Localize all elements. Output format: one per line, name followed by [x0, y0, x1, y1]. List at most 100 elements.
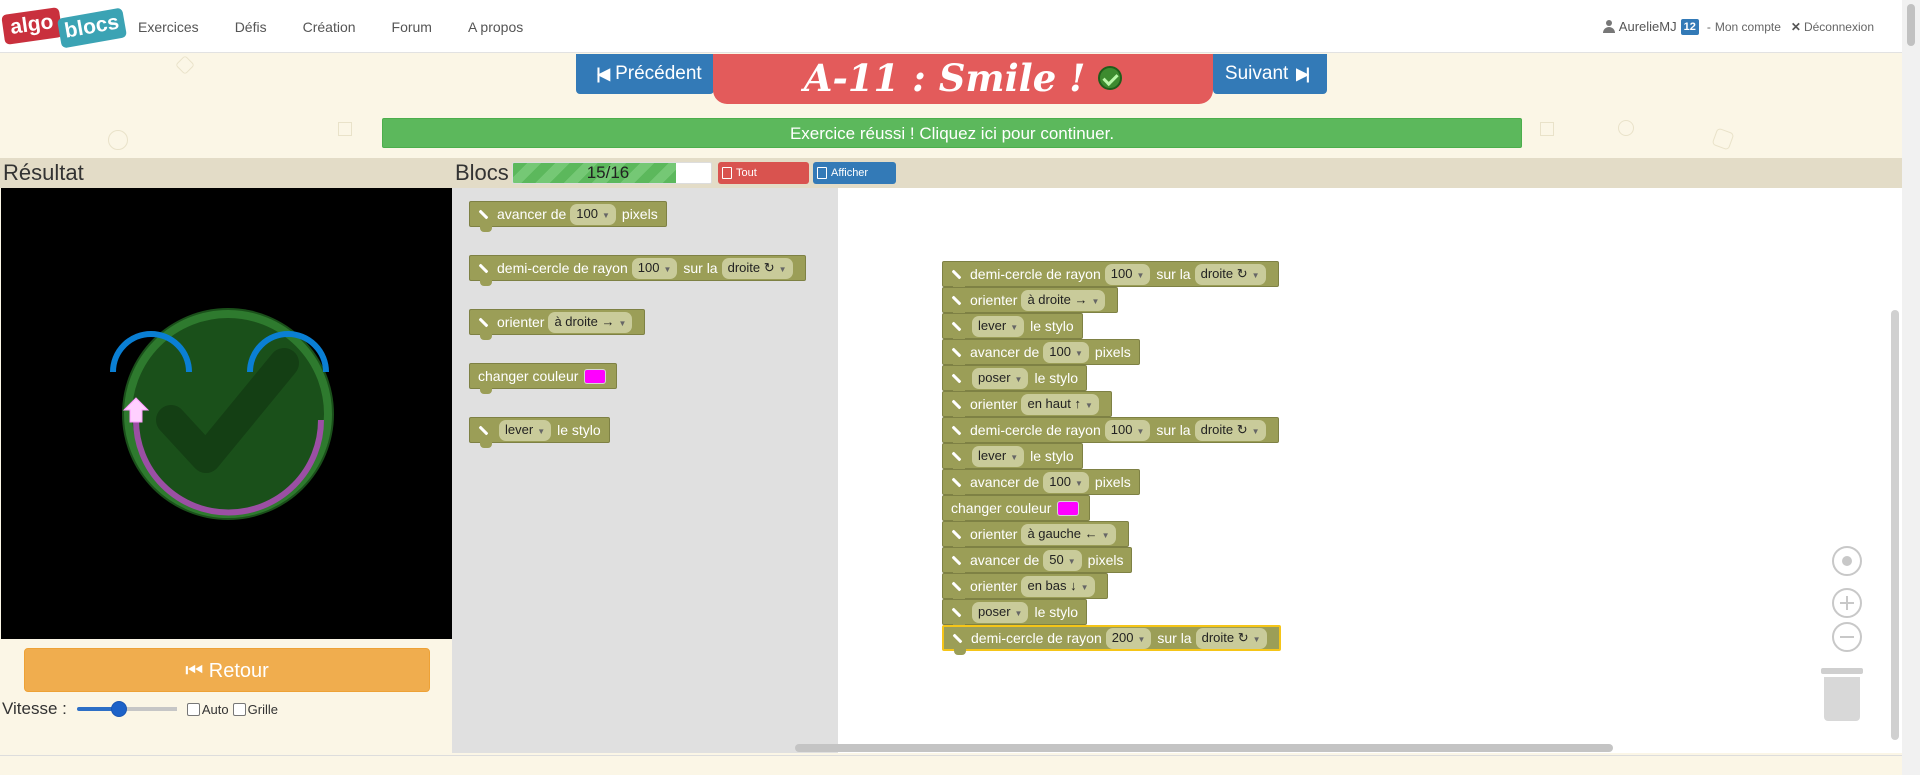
page-bottom [0, 755, 1902, 775]
auto-checkbox[interactable] [186, 702, 200, 716]
program-block[interactable]: avancer de 100 ▼ pixels [942, 339, 1140, 370]
toolbox-block[interactable]: demi-cercle de rayon 100 ▼ sur la droite ↻ ▼ [469, 255, 806, 286]
dropdown-value: 100 [576, 205, 598, 221]
block-dropdown[interactable]: droite ↻ ▼ [1194, 263, 1266, 285]
block-text: le stylo [1034, 370, 1079, 386]
nav-creation[interactable]: Création [303, 19, 356, 35]
nav-forum[interactable]: Forum [392, 19, 432, 35]
program-block[interactable]: demi-cercle de rayon 100 ▼ sur la droite ↻ ▼ [942, 417, 1279, 448]
block-dropdown[interactable]: 100 ▼ [1104, 419, 1151, 441]
workspace-horizontal-scrollbar[interactable] [795, 744, 1613, 752]
slider-rest [118, 707, 177, 711]
block-dropdown[interactable]: à droite → ▼ [1021, 289, 1106, 311]
program-block[interactable]: orienter à gauche ← ▼ [942, 521, 1129, 552]
program-block[interactable]: poser ▼ le stylo [942, 599, 1088, 630]
recenter-icon[interactable] [1832, 546, 1862, 576]
block-text: orienter [970, 396, 1018, 412]
block-text: le stylo [1030, 318, 1074, 334]
block-dropdown[interactable]: droite ↻ ▼ [721, 257, 793, 279]
toolbox-block[interactable]: avancer de 100 ▼ pixels [469, 201, 667, 232]
program-block[interactable]: orienter à droite → ▼ [942, 287, 1119, 318]
pencil-icon [951, 321, 962, 331]
show-code-button[interactable]: Afficher code [813, 162, 896, 201]
nav-defis[interactable]: Défis [235, 19, 267, 35]
block-dropdown[interactable]: à gauche ← ▼ [1021, 523, 1116, 545]
block-text: demi-cercle de rayon [970, 266, 1101, 282]
block-dropdown[interactable]: droite ↻ ▼ [1195, 627, 1267, 649]
color-swatch[interactable] [1057, 500, 1080, 516]
color-swatch[interactable] [584, 368, 607, 384]
pencil-icon [478, 263, 489, 273]
block-dropdown[interactable]: poser ▼ [972, 367, 1029, 389]
block-dropdown[interactable]: lever ▼ [499, 419, 552, 441]
block-dropdown[interactable]: à droite → ▼ [548, 311, 633, 333]
program-block[interactable]: orienter en haut ↑ ▼ [942, 391, 1112, 422]
dropdown-value: à gauche ← [1027, 525, 1098, 541]
workspace-vertical-scrollbar[interactable] [1891, 310, 1899, 740]
block-dropdown[interactable]: lever ▼ [972, 445, 1025, 467]
logo-algo: algo [1, 7, 63, 45]
toolbox-block[interactable]: lever ▼ le stylo [469, 417, 610, 448]
account-link[interactable]: Mon compte [1715, 20, 1781, 34]
logout-link[interactable]: Déconnexion [1804, 20, 1874, 34]
program-block[interactable]: lever ▼ le stylo [942, 313, 1083, 344]
block-dropdown[interactable]: lever ▼ [972, 315, 1025, 337]
delete-all-button[interactable]: Tout supprimer [718, 162, 809, 201]
close-icon: ✕ [1790, 19, 1801, 34]
exercise-title-box: A-11 : Smile ! [713, 54, 1213, 104]
toolbox-block[interactable]: changer couleur [469, 363, 618, 394]
block-dropdown[interactable]: 100 ▼ [631, 257, 678, 279]
dropdown-value: à droite → [554, 313, 615, 329]
dropdown-arrow-icon: ▼ [1136, 426, 1145, 436]
dropdown-arrow-icon: ▼ [1010, 322, 1019, 332]
block-text: le stylo [1030, 448, 1074, 464]
nav-exercices[interactable]: Exercices [138, 19, 199, 35]
block-dropdown[interactable]: 100 ▼ [1104, 263, 1151, 285]
block-dropdown[interactable]: 200 ▼ [1105, 627, 1152, 649]
slider-thumb[interactable] [110, 701, 127, 717]
page-scroll-thumb[interactable] [1907, 4, 1915, 46]
block-dropdown[interactable]: 50 ▼ [1043, 549, 1082, 571]
previous-button[interactable]: |◀ Précédent [576, 54, 714, 94]
site-logo[interactable]: algo blocs [1, 5, 128, 49]
blocks-workspace[interactable]: demi-cercle de rayon 100 ▼ sur la droite ↻ ▼ o… [838, 188, 1902, 753]
account-area: AurelieMJ 12 - Mon compte ✕ Déconnexion [1602, 0, 1874, 53]
workspace-trash-icon[interactable] [1821, 668, 1863, 721]
program-block[interactable]: avancer de 100 ▼ pixels [942, 469, 1140, 500]
toolbox-block[interactable]: orienter à droite → ▼ [469, 309, 646, 340]
block-dropdown[interactable]: 100 ▼ [1043, 341, 1089, 363]
trash-can [1824, 677, 1860, 721]
grid-checkbox[interactable] [232, 702, 246, 716]
block-dropdown[interactable]: droite ↻ ▼ [1194, 419, 1266, 441]
block-dropdown[interactable]: en haut ↑ ▼ [1021, 393, 1099, 415]
dropdown-arrow-icon: ▼ [663, 264, 672, 274]
user-link[interactable]: AurelieMJ [1602, 19, 1677, 34]
block-dropdown[interactable]: en bas ↓ ▼ [1021, 575, 1095, 597]
dropdown-arrow-icon: ▼ [1084, 400, 1093, 410]
blocs-panel-header: Blocs 15/16 Tout supprimer Afficher code [452, 158, 1902, 201]
program-block[interactable]: demi-cercle de rayon 200 ▼ sur la droite ↻ ▼ [942, 625, 1281, 655]
retour-button[interactable]: ⏮ Retour [24, 648, 430, 692]
program-block[interactable]: demi-cercle de rayon 100 ▼ sur la droite ↻ ▼ [942, 261, 1279, 292]
block-dropdown[interactable]: 100 ▼ [570, 203, 616, 225]
next-button[interactable]: Suivant ▶| [1213, 54, 1327, 94]
program-block[interactable]: lever ▼ le stylo [942, 443, 1083, 474]
logo-blocs: blocs [56, 7, 128, 49]
block-dropdown[interactable]: poser ▼ [972, 601, 1029, 623]
dropdown-arrow-icon: ▼ [1251, 426, 1260, 436]
program-block[interactable]: changer couleur [942, 495, 1091, 526]
zoom-out-icon[interactable] [1832, 622, 1862, 652]
block-dropdown[interactable]: 100 ▼ [1043, 471, 1089, 493]
success-banner[interactable]: Exercice réussi ! Cliquez ici pour conti… [382, 118, 1522, 148]
program-block[interactable]: orienter en bas ↓ ▼ [942, 573, 1108, 604]
page-scrollbar[interactable] [1902, 0, 1920, 775]
speed-slider[interactable] [76, 701, 177, 717]
pencil-icon [951, 581, 962, 591]
program-block[interactable]: avancer de 50 ▼ pixels [942, 547, 1133, 578]
block-text: sur la [1157, 630, 1192, 646]
pencil-icon [478, 209, 489, 219]
block-text: pixels [1087, 552, 1124, 568]
zoom-in-icon[interactable] [1832, 588, 1862, 618]
nav-a-propos[interactable]: A propos [468, 19, 523, 35]
program-block[interactable]: poser ▼ le stylo [942, 365, 1088, 396]
